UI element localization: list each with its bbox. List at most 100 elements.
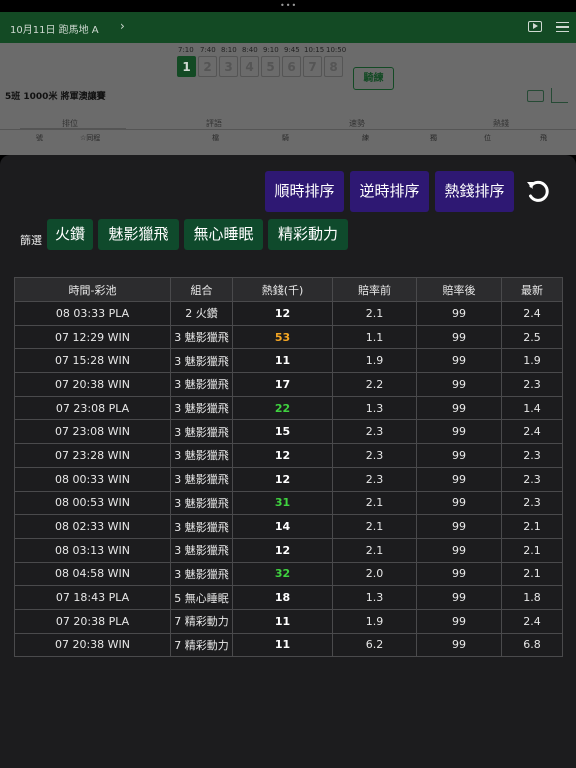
tab-comments[interactable]: 評語	[206, 118, 222, 129]
cell-time-pool: 07 23:08 WIN	[14, 419, 171, 445]
chevron-right-icon[interactable]: ›	[120, 19, 125, 33]
cell-money: 11	[232, 608, 333, 634]
table-row[interactable]: 07 23:08 PLA 3 魅影獵飛 22 1.3 99 1.4	[14, 395, 563, 421]
race-button-6[interactable]: 6	[282, 56, 301, 77]
sort-reverse-chronological-button[interactable]: 逆時排序	[350, 171, 429, 212]
header-odds-before[interactable]: 賠率前	[332, 277, 417, 302]
sort-by-money-button[interactable]: 熱錢排序	[435, 171, 514, 212]
multitask-dots[interactable]: •••	[280, 2, 297, 10]
cell-odds-before: 2.1	[332, 514, 417, 539]
cell-money: 12	[232, 466, 333, 492]
header-money[interactable]: 熱錢(千)	[232, 277, 333, 302]
draw-columns: 號 ☆同程 檔 騎 練 獨 位 飛	[0, 133, 576, 145]
jockey-trainer-button[interactable]: 騎練	[353, 67, 394, 90]
table-row[interactable]: 07 20:38 WIN 3 魅影獵飛 17 2.2 99 2.3	[14, 372, 563, 397]
cell-odds-before: 2.3	[332, 443, 417, 468]
cell-time-pool: 08 02:33 WIN	[14, 514, 171, 539]
refresh-icon[interactable]	[524, 177, 552, 205]
cell-combo: 3 魅影獵飛	[170, 324, 233, 350]
table-row[interactable]: 07 12:29 WIN 3 魅影獵飛 53 1.1 99 2.5	[14, 324, 563, 350]
cell-money: 31	[232, 490, 333, 516]
cell-latest: 1.8	[501, 585, 563, 610]
cell-latest: 2.1	[501, 561, 563, 587]
table-row[interactable]: 08 03:13 WIN 3 魅影獵飛 12 2.1 99 2.1	[14, 537, 563, 563]
header-latest[interactable]: 最新	[501, 277, 563, 302]
cell-combo: 7 精彩動力	[170, 608, 233, 634]
race-button-1[interactable]: 1	[177, 56, 196, 77]
table-row[interactable]: 07 18:43 PLA 5 無心睡眠 18 1.3 99 1.8	[14, 585, 563, 610]
header-odds-after[interactable]: 賠率後	[416, 277, 502, 302]
cell-latest: 2.4	[501, 301, 563, 326]
hot-money-table: 時間-彩池 組合 熱錢(千) 賠率前 賠率後 最新 08 03:33 PLA 2 …	[14, 277, 563, 658]
cell-odds-before: 6.2	[332, 632, 417, 658]
cell-money: 17	[232, 372, 333, 397]
table-row[interactable]: 08 00:53 WIN 3 魅影獵飛 31 2.1 99 2.3	[14, 490, 563, 516]
cell-odds-before: 2.3	[332, 419, 417, 445]
table-row[interactable]: 07 23:28 WIN 3 魅影獵飛 12 2.3 99 2.3	[14, 443, 563, 468]
table-row[interactable]: 07 15:28 WIN 3 魅影獵飛 11 1.9 99 1.9	[14, 348, 563, 374]
header-time-pool[interactable]: 時間-彩池	[14, 277, 171, 302]
menu-icon[interactable]	[556, 22, 569, 32]
cell-money: 32	[232, 561, 333, 587]
cell-combo: 3 魅影獵飛	[170, 514, 233, 539]
chart-icon[interactable]	[551, 88, 568, 103]
race-button-4[interactable]: 4	[240, 56, 259, 77]
cell-time-pool: 08 04:58 WIN	[14, 561, 171, 587]
cell-odds-after: 99	[416, 348, 502, 374]
header-combo[interactable]: 組合	[170, 277, 233, 302]
sort-chronological-button[interactable]: 順時排序	[265, 171, 344, 212]
tab-hot-money[interactable]: 熱錢	[493, 118, 509, 129]
race-time: 9:10	[263, 46, 279, 54]
cell-odds-after: 99	[416, 585, 502, 610]
table-row[interactable]: 08 02:33 WIN 3 魅影獵飛 14 2.1 99 2.1	[14, 514, 563, 539]
cell-money: 12	[232, 537, 333, 563]
column-header: 號	[36, 134, 43, 142]
cell-combo: 7 精彩動力	[170, 632, 233, 658]
table-row[interactable]: 07 23:08 WIN 3 魅影獵飛 15 2.3 99 2.4	[14, 419, 563, 445]
table-row[interactable]: 07 20:38 WIN 7 精彩動力 11 6.2 99 6.8	[14, 632, 563, 658]
cell-odds-before: 2.3	[332, 466, 417, 492]
race-time: 10:15	[304, 46, 325, 54]
cell-money: 53	[232, 324, 333, 350]
filter-horse-7[interactable]: 精彩動力	[268, 219, 348, 250]
cell-odds-after: 99	[416, 324, 502, 350]
race-button-8[interactable]: 8	[324, 56, 343, 77]
race-button-7[interactable]: 7	[303, 56, 322, 77]
cell-latest: 2.1	[501, 514, 563, 539]
table-row[interactable]: 08 03:33 PLA 2 火鑽 12 2.1 99 2.4	[14, 301, 563, 326]
cell-money: 14	[232, 514, 333, 539]
table-row[interactable]: 07 20:38 PLA 7 精彩動力 11 1.9 99 2.4	[14, 608, 563, 634]
cell-time-pool: 07 12:29 WIN	[14, 324, 171, 350]
cell-odds-after: 99	[416, 466, 502, 492]
race-time: 7:10	[178, 46, 194, 54]
filter-horse-2[interactable]: 火鑽	[47, 219, 93, 250]
cell-odds-after: 99	[416, 490, 502, 516]
camera-icon[interactable]	[527, 90, 544, 102]
filter-horse-5[interactable]: 無心睡眠	[184, 219, 263, 250]
cell-money: 12	[232, 301, 333, 326]
filter-horse-3[interactable]: 魅影獵飛	[98, 219, 179, 250]
table-row[interactable]: 08 00:33 WIN 3 魅影獵飛 12 2.3 99 2.3	[14, 466, 563, 492]
cell-time-pool: 07 20:38 PLA	[14, 608, 171, 634]
cell-latest: 2.4	[501, 608, 563, 634]
race-time: 10:50	[326, 46, 347, 54]
race-button-3[interactable]: 3	[219, 56, 238, 77]
race-button-2[interactable]: 2	[198, 56, 217, 77]
video-icon[interactable]	[528, 21, 542, 32]
table-row[interactable]: 08 04:58 WIN 3 魅影獵飛 32 2.0 99 2.1	[14, 561, 563, 587]
cell-money: 22	[232, 395, 333, 421]
hot-money-sheet: 順時排序 逆時排序 熱錢排序 篩選 火鑽 魅影獵飛 無心睡眠 精彩動力 時間-彩…	[0, 155, 576, 768]
nav-bar: 10月11日 跑馬地 A ›	[0, 12, 576, 43]
nav-title[interactable]: 10月11日 跑馬地 A	[10, 21, 99, 36]
cell-latest: 2.3	[501, 443, 563, 468]
cell-odds-before: 1.1	[332, 324, 417, 350]
cell-odds-before: 2.1	[332, 301, 417, 326]
tab-speed[interactable]: 速勢	[349, 118, 365, 129]
race-button-5[interactable]: 5	[261, 56, 280, 77]
column-header: 獨	[430, 134, 437, 142]
table-body: 08 03:33 PLA 2 火鑽 12 2.1 99 2.4 07 12:29 WIN 3 …	[14, 301, 563, 658]
cell-odds-before: 2.0	[332, 561, 417, 587]
cell-odds-before: 2.2	[332, 372, 417, 397]
race-tabs: 排位 評語 速勢 熱錢	[0, 116, 576, 130]
race-name: 5班 1000米 將軍澳讓賽	[5, 92, 106, 102]
